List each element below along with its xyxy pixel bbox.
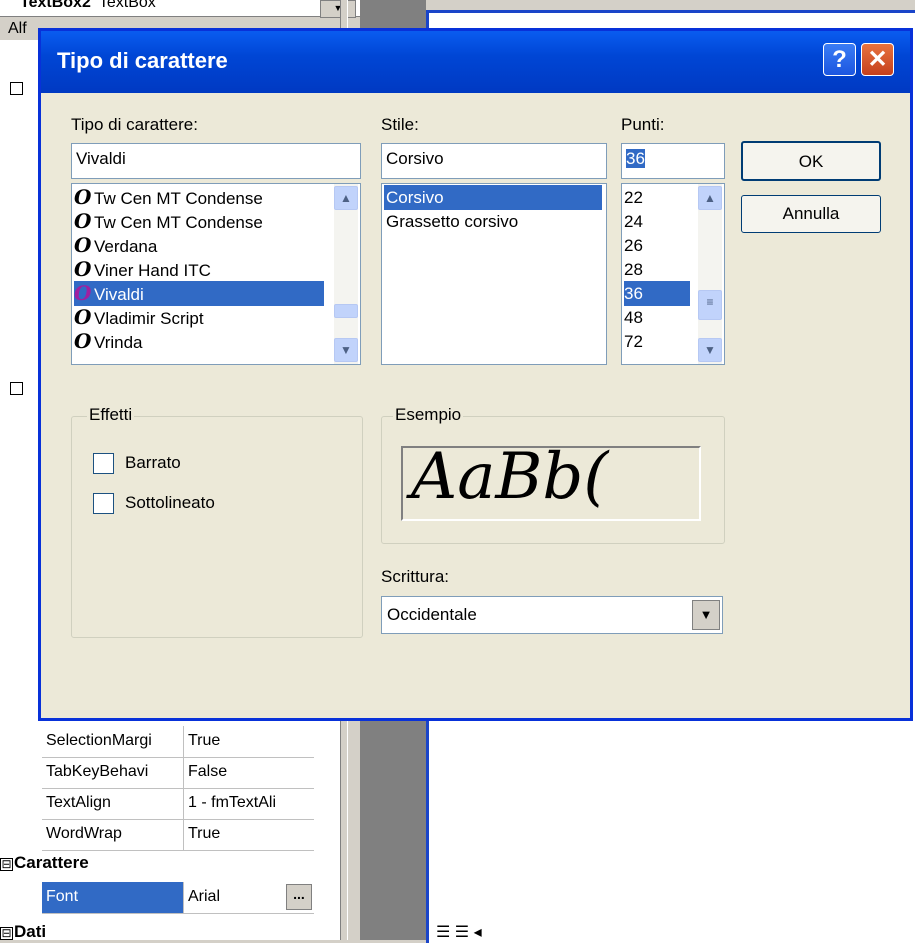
effects-label: Effetti	[87, 405, 135, 425]
size-input-value: 36	[626, 149, 645, 168]
collapse-icon[interactable]	[10, 82, 23, 95]
sample-label: Esempio	[393, 405, 464, 425]
property-value: 1 - fmTextAli	[188, 794, 277, 811]
collapse-icon[interactable]: ⊟	[0, 927, 13, 940]
strikeout-checkbox[interactable]	[93, 453, 114, 474]
scroll-down-icon[interactable]: ▼	[698, 338, 722, 362]
size-input[interactable]: 36	[621, 143, 725, 179]
truetype-font-icon: O	[74, 281, 92, 305]
property-row[interactable]: WordWrap True	[42, 819, 314, 851]
property-value: False	[188, 763, 228, 780]
collapse-icon[interactable]	[10, 382, 23, 395]
truetype-font-icon: O	[74, 257, 92, 281]
sample-preview: AaBb(	[401, 446, 701, 521]
property-row[interactable]: TextAlign 1 - fmTextAli	[42, 788, 314, 820]
font-name-input[interactable]: Vivaldi	[71, 143, 361, 179]
list-item[interactable]: O Tw Cen MT Condense	[74, 185, 263, 210]
truetype-font-icon: O	[74, 329, 92, 353]
style-list[interactable]: Corsivo Grassetto corsivo	[381, 183, 607, 365]
underline-label[interactable]: Sottolineato	[125, 493, 215, 513]
scroll-thumb[interactable]: ≡	[698, 290, 722, 320]
scroll-up-icon[interactable]: ▲	[334, 186, 358, 210]
underline-checkbox[interactable]	[93, 493, 114, 514]
ok-button[interactable]: OK	[741, 141, 881, 181]
list-item[interactable]: O Vrinda	[74, 329, 143, 354]
list-item[interactable]: 24	[624, 209, 643, 234]
list-item-selected[interactable]: 36	[624, 281, 690, 306]
font-ellipsis-button[interactable]: ...	[286, 884, 312, 910]
font-dialog: Tipo di carattere ? ✕ Tipo di carattere:…	[38, 28, 913, 721]
strikeout-label[interactable]: Barrato	[125, 453, 181, 473]
effects-group	[71, 416, 363, 638]
list-item[interactable]: Grassetto corsivo	[384, 209, 518, 234]
view-buttons[interactable]: ☰ ☰ ◂	[436, 922, 482, 942]
property-name: TabKeyBehavi	[46, 763, 149, 780]
list-item[interactable]: O Verdana	[74, 233, 157, 258]
object-type: TextBox	[98, 0, 156, 11]
font-list[interactable]: O Tw Cen MT Condense O Tw Cen MT Condense …	[71, 183, 361, 365]
close-icon[interactable]: ✕	[861, 43, 894, 76]
scroll-thumb[interactable]	[334, 304, 358, 318]
property-name: TextAlign	[46, 794, 111, 811]
truetype-font-icon: O	[74, 233, 92, 257]
cancel-button[interactable]: Annulla	[741, 195, 881, 233]
tab-alphabetic[interactable]: Alf	[8, 20, 27, 38]
property-row[interactable]: TabKeyBehavi False	[42, 757, 314, 789]
scroll-down-icon[interactable]: ▼	[334, 338, 358, 362]
property-value: True	[188, 825, 221, 842]
truetype-font-icon: O	[74, 209, 92, 233]
list-item-selected[interactable]: O Vivaldi	[74, 281, 324, 306]
help-icon[interactable]: ?	[823, 43, 856, 76]
sample-text: AaBb(	[411, 446, 609, 514]
object-dropdown-arrow-icon[interactable]: ▼	[320, 0, 356, 18]
truetype-font-icon: O	[74, 185, 92, 209]
size-label: Punti:	[621, 115, 665, 134]
list-item[interactable]: O Vladimir Script	[74, 305, 204, 330]
style-input[interactable]: Corsivo	[381, 143, 607, 179]
collapse-icon[interactable]: ⊟	[0, 858, 13, 871]
property-name: SelectionMargi	[46, 732, 152, 749]
properties-object-dropdown[interactable]: TextBox2 TextBox	[0, 0, 360, 17]
script-select-value: Occidentale	[387, 605, 477, 624]
size-list-scrollbar[interactable]: ▲ ≡ ▼	[698, 184, 722, 364]
list-item[interactable]: 26	[624, 233, 643, 258]
property-name: WordWrap	[46, 825, 122, 842]
list-item[interactable]: 28	[624, 257, 643, 282]
style-label: Stile:	[381, 115, 419, 134]
dialog-title: Tipo di carattere	[57, 48, 228, 73]
property-row[interactable]: SelectionMargi True	[42, 726, 314, 758]
script-label: Scrittura:	[381, 567, 450, 586]
chevron-down-icon[interactable]: ▼	[692, 600, 720, 630]
category-dati: Dati	[14, 922, 47, 941]
list-item[interactable]: O Tw Cen MT Condense	[74, 209, 263, 234]
font-list-scrollbar[interactable]: ▲ ▼	[334, 184, 358, 364]
script-select[interactable]: Occidentale ▼	[381, 596, 723, 634]
property-name: Font	[42, 882, 184, 913]
object-name: TextBox2	[20, 0, 91, 11]
list-item[interactable]: 48	[624, 305, 643, 330]
size-list[interactable]: 22 24 26 28 36 48 72 ▲ ≡ ▼	[621, 183, 725, 365]
list-item[interactable]: 22	[624, 185, 643, 210]
list-item-selected[interactable]: Corsivo	[384, 185, 602, 210]
truetype-font-icon: O	[74, 305, 92, 329]
property-row-font[interactable]: Font Arial ...	[42, 882, 314, 914]
scroll-up-icon[interactable]: ▲	[698, 186, 722, 210]
list-item[interactable]: O Viner Hand ITC	[74, 257, 211, 282]
list-item[interactable]: 72	[624, 329, 643, 354]
dialog-title-bar[interactable]: Tipo di carattere ? ✕	[41, 31, 910, 93]
property-value: True	[188, 732, 221, 749]
category-carattere: Carattere	[14, 853, 89, 872]
font-label: Tipo di carattere:	[71, 115, 198, 134]
